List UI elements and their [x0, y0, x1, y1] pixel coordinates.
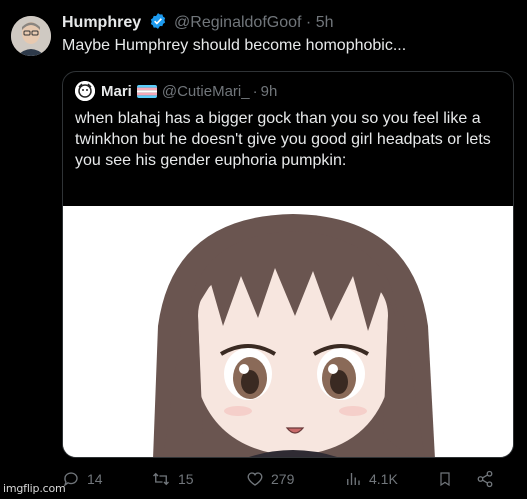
tweet-actions: 14 15 279 4.1K — [62, 470, 514, 492]
like-icon — [247, 472, 263, 486]
quote-time[interactable]: 9h — [261, 83, 278, 100]
retweet-icon — [153, 472, 169, 486]
tweet-time[interactable]: 5h — [316, 14, 334, 31]
author-avatar[interactable] — [11, 16, 51, 56]
share-button[interactable] — [476, 470, 501, 488]
quote-header: Mari @CutieMari_ · 9h — [75, 81, 277, 101]
quoted-tweet[interactable]: Mari @CutieMari_ · 9h when blahaj has a … — [62, 71, 514, 458]
imgflip-watermark: imgflip.com — [3, 482, 66, 495]
views-count: 4.1K — [369, 471, 398, 487]
quote-text: when blahaj has a bigger gock than you s… — [75, 110, 491, 169]
tweet-text: Maybe Humphrey should become homophobic.… — [62, 37, 407, 54]
bookmark-button[interactable] — [437, 470, 460, 488]
separator-dot: · — [305, 14, 312, 31]
views-button[interactable]: 4.1K — [344, 470, 398, 488]
views-icon — [347, 473, 360, 485]
retweet-count: 15 — [178, 471, 194, 487]
like-button[interactable]: 279 — [246, 470, 294, 488]
tweet-header: Humphrey @ReginaldofGoof · 5h — [62, 12, 334, 35]
share-icon — [477, 470, 493, 488]
quote-author-handle[interactable]: @CutieMari_ — [162, 83, 250, 100]
quote-separator-dot: · — [252, 82, 258, 100]
trans-flag-icon — [136, 84, 157, 98]
reply-count: 14 — [87, 471, 103, 487]
retweet-button[interactable]: 15 — [151, 470, 194, 488]
tweet[interactable]: Humphrey @ReginaldofGoof · 5h Maybe Hump… — [0, 0, 527, 499]
author-name[interactable]: Humphrey — [62, 14, 141, 31]
quote-author-avatar[interactable] — [75, 81, 95, 101]
quote-image-anime-girl[interactable] — [63, 206, 513, 457]
verified-badge-icon — [149, 12, 167, 35]
quote-author-name[interactable]: Mari — [101, 83, 132, 100]
reply-button[interactable]: 14 — [62, 470, 103, 488]
like-count: 279 — [271, 471, 295, 487]
author-handle[interactable]: @ReginaldofGoof — [174, 14, 301, 31]
bookmark-icon — [440, 472, 450, 487]
